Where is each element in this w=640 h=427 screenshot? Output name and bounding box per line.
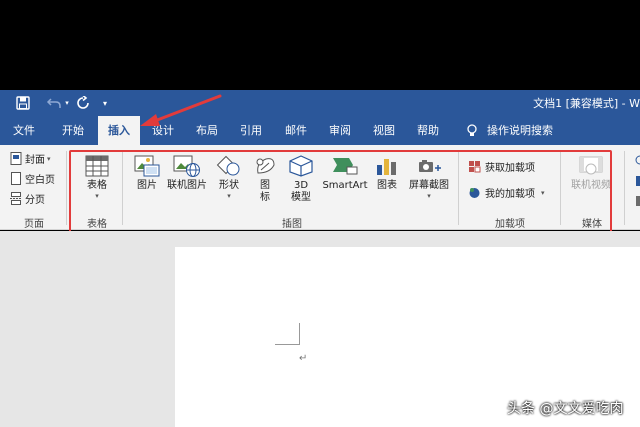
get-addins-label: 获取加载项 [485,163,535,174]
group-label-addins: 加载项 [495,219,525,230]
watermark-text: 头条 @文文爱吃肉 [507,401,624,417]
page-break-button[interactable]: 分页 [10,191,45,206]
tab-mailings[interactable]: 邮件 [279,116,313,145]
tab-help[interactable]: 帮助 [411,116,445,145]
table-button[interactable]: 表格 ▾ [78,155,116,200]
group-separator [624,151,625,225]
annotation-arrow [140,94,222,126]
screenshot-button[interactable]: 屏幕截图 ▾ [404,155,454,200]
chevron-down-icon: ▾ [541,188,545,197]
blank-page-button[interactable]: 空白页 [10,171,55,186]
undo-dropdown[interactable]: ▾ [62,95,72,111]
shapes-icon [216,155,240,176]
group-separator [122,151,123,225]
my-addins-label: 我的加载项 [485,189,535,200]
undo-icon [46,98,61,108]
smartart-icon [333,158,358,175]
bar-chart-icon [377,159,396,175]
group-label-illustrations: 插图 [282,219,302,230]
lightbulb-icon [467,124,477,136]
group-separator [66,151,67,225]
smartart-button[interactable]: SmartArt [320,155,370,192]
online-picture-label: 联机图片 [167,180,207,191]
picture-button[interactable]: 图片 [130,155,164,192]
group-separator [458,151,459,225]
cover-page-label: 封面 [25,155,45,166]
black-top-region [0,0,640,90]
page-break-icon [10,192,22,205]
tab-view[interactable]: 视图 [367,116,401,145]
next-group-partial [630,151,640,217]
title-bar: ▾ ▾ 文档1 [兼容模式] - W [0,90,640,116]
picture-icon [134,155,160,177]
table-icon [85,155,109,177]
online-video-label: 联机视频 [571,180,611,191]
online-picture-button[interactable]: 联机图片 [164,155,210,192]
3d-models-label: 3D 模型 [291,180,311,203]
online-picture-icon [173,155,200,177]
tab-file[interactable]: 文件 [6,116,42,145]
paragraph-mark: ↵ [299,353,308,364]
watermark-logo-icon [489,401,503,415]
customize-icon: ▾ [102,98,107,108]
page-break-label: 分页 [25,195,45,206]
icons-button[interactable]: 图 标 [250,155,280,204]
screenshot-label: 屏幕截图 [409,180,449,191]
addin-icon [469,188,480,198]
table-label: 表格 [87,180,107,191]
redo-icon [77,96,89,109]
window-title: 文档1 [兼容模式] - W [533,97,640,110]
chart-button[interactable]: 图表 [372,155,402,192]
watermark: 头条 @文文爱吃肉 [489,398,623,418]
chevron-down-icon: ▾ [65,99,69,107]
group-label-tables: 表格 [87,219,107,230]
cover-page-icon [10,152,22,165]
ribbon-panel: 封面 ▾ 空白页 分页 页面 表格 ▾ 表格 图片 联机图片 形状 ▾ 图 标 … [0,145,640,230]
3d-models-button[interactable]: 3D 模型 [284,155,318,204]
video-icon [579,156,603,175]
ribbon-tabs: 文件 开始 插入 设计 布局 引用 邮件 审阅 视图 帮助 操作说明搜索 [0,116,640,145]
group-label-media: 媒体 [582,219,602,230]
tab-review[interactable]: 审阅 [323,116,357,145]
chevron-down-icon: ▾ [47,154,51,163]
save-icon [16,96,30,110]
blank-page-icon [11,172,21,185]
chevron-down-icon: ▾ [227,192,231,200]
shapes-button[interactable]: 形状 ▾ [212,155,246,200]
blank-page-label: 空白页 [25,175,55,186]
redo-button[interactable] [74,95,92,111]
customize-quick-access-button[interactable]: ▾ [100,95,110,111]
camera-icon [419,160,441,172]
group-label-pages: 页面 [24,219,44,230]
link-icon [635,155,640,206]
cover-page-button[interactable]: 封面 ▾ [10,151,51,166]
crop-mark [275,344,300,345]
tab-home[interactable]: 开始 [55,116,91,145]
smartart-label: SmartArt [322,180,368,191]
tab-references[interactable]: 引用 [234,116,268,145]
get-addins-button[interactable]: 获取加载项 [468,159,535,174]
online-video-button[interactable]: 联机视频 [564,155,618,192]
crop-mark [299,323,300,345]
shapes-label: 形状 [219,180,239,191]
save-button[interactable] [14,95,32,111]
chart-label: 图表 [377,180,397,191]
chevron-down-icon: ▾ [95,192,99,200]
tell-me-search[interactable]: 操作说明搜索 [484,116,556,145]
chevron-down-icon: ▾ [427,192,431,200]
icons-icon [256,158,275,174]
group-separator [560,151,561,225]
store-icon [469,161,481,173]
picture-label: 图片 [137,180,157,191]
icons-label: 图 标 [260,180,270,203]
cube-icon [289,155,313,177]
my-addins-button[interactable]: 我的加载项 ▾ [468,185,545,200]
